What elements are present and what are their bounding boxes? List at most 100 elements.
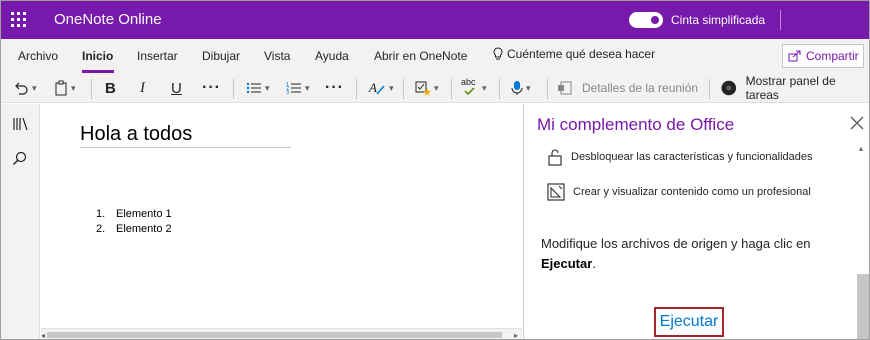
window: OneNote Online Cinta simplificada Archiv…: [0, 0, 870, 340]
chevron-down-icon: ▾: [482, 82, 487, 93]
meeting-details-label: Detalles de la reunión: [582, 81, 699, 95]
styles-button[interactable]: A ▾: [368, 77, 394, 99]
more-paragraph-button[interactable]: ···: [325, 77, 344, 99]
run-button[interactable]: Ejecutar: [654, 307, 724, 337]
unlock-icon: [548, 149, 562, 166]
bullets-button[interactable]: ▾: [246, 77, 270, 99]
ribbon-divider: [547, 79, 548, 99]
paste-button[interactable]: ▾: [54, 77, 76, 99]
ribbon-divider: [91, 79, 92, 99]
dictate-button[interactable]: ▾: [511, 77, 531, 99]
list-item-text[interactable]: Elemento 2: [116, 223, 172, 238]
show-taskpane-button[interactable]: Mostrar panel de tareas: [721, 74, 869, 102]
numbering-icon: 1 2 3: [286, 82, 301, 95]
description-bold: Ejecutar: [541, 256, 593, 271]
undo-icon: [15, 82, 28, 95]
list-item-number: 2.: [96, 223, 106, 235]
meeting-details-button[interactable]: Detalles de la reunión: [557, 77, 698, 99]
bold-icon: B: [105, 79, 116, 97]
tag-button[interactable]: ▾: [415, 77, 439, 99]
design-icon: [547, 183, 565, 201]
title-divider: [780, 10, 781, 30]
bold-button[interactable]: B: [105, 77, 116, 99]
app-name[interactable]: OneNote Online: [54, 11, 162, 28]
styles-icon: A: [368, 80, 385, 95]
tab-insertar[interactable]: Insertar: [137, 49, 178, 63]
svg-text:3: 3: [286, 90, 289, 95]
navigation-rail: [1, 104, 40, 339]
addin-icon: [721, 80, 737, 96]
run-label: Ejecutar: [659, 313, 719, 330]
show-taskpane-label: Mostrar panel de tareas: [745, 74, 836, 102]
tab-dibujar[interactable]: Dibujar: [202, 49, 240, 63]
ribbon-divider: [451, 79, 452, 99]
spelling-icon: abc: [461, 77, 479, 97]
tab-inicio[interactable]: Inicio: [82, 49, 113, 63]
description-text: Modifique los archivos de origen y haga …: [541, 236, 811, 251]
horizontal-scrollbar[interactable]: ◂ ▸: [41, 328, 522, 339]
ribbon-divider: [709, 79, 710, 99]
tab-archivo[interactable]: Archivo: [18, 49, 58, 63]
chevron-down-icon: ▾: [389, 82, 394, 93]
task-pane-title: Mi complemento de Office: [537, 115, 735, 134]
dictate-icon: [511, 81, 523, 95]
ribbon-divider: [356, 79, 357, 99]
tab-abrir-en-onenote[interactable]: Abrir en OneNote: [374, 49, 467, 63]
feature-text: Crear y visualizar contenido como un pro…: [573, 186, 811, 198]
tell-me-search[interactable]: Cuénteme qué desea hacer: [492, 47, 655, 61]
scrollbar-thumb[interactable]: [47, 332, 502, 338]
toggle-knob: [651, 16, 659, 24]
more-formatting-button[interactable]: ···: [202, 77, 221, 99]
app-launcher-icon[interactable]: [11, 12, 27, 28]
tab-vista[interactable]: Vista: [264, 49, 290, 63]
share-button[interactable]: Compartir: [782, 44, 864, 68]
scrollbar-thumb[interactable]: [857, 274, 869, 339]
notebooks-icon[interactable]: [12, 116, 30, 132]
chevron-down-icon: ▾: [526, 82, 531, 93]
vertical-scrollbar[interactable]: ▴: [857, 144, 869, 339]
chevron-down-icon: ▾: [32, 82, 37, 93]
menu-bar: Archivo Inicio Insertar Dibujar Vista Ay…: [1, 39, 869, 73]
title-bar: OneNote Online Cinta simplificada: [1, 1, 869, 39]
ribbon-divider: [403, 79, 404, 99]
page-title[interactable]: Hola a todos: [80, 123, 192, 146]
list-item-number: 1.: [96, 208, 106, 220]
ribbon-divider: [499, 79, 500, 99]
close-icon[interactable]: [849, 115, 865, 131]
meeting-icon: [558, 81, 572, 95]
task-pane-description: Modifique los archivos de origen y haga …: [541, 234, 841, 274]
simplified-ribbon-toggle[interactable]: [629, 12, 663, 28]
bullets-icon: [246, 82, 261, 94]
simplified-ribbon-label: Cinta simplificada: [671, 13, 766, 27]
tab-ayuda[interactable]: Ayuda: [315, 49, 349, 63]
feature-item: Crear y visualizar contenido como un pro…: [547, 183, 811, 201]
page-canvas[interactable]: Hola a todos 1. Elemento 1 2. Elemento 2…: [41, 104, 522, 339]
chevron-down-icon: ▾: [305, 82, 310, 93]
list-item[interactable]: 2. Elemento 2: [96, 223, 172, 238]
feature-text: Desbloquear las características y funcio…: [571, 151, 813, 163]
tell-me-label: Cuénteme qué desea hacer: [507, 47, 656, 61]
scroll-right-icon[interactable]: ▸: [514, 331, 518, 339]
scroll-up-icon[interactable]: ▴: [859, 144, 863, 153]
title-underline: [80, 147, 291, 148]
numbered-list[interactable]: 1. Elemento 1 2. Elemento 2: [96, 208, 172, 238]
underline-icon: U: [171, 79, 182, 97]
italic-icon: I: [140, 79, 145, 96]
list-item[interactable]: 1. Elemento 1: [96, 208, 172, 223]
chevron-down-icon: ▾: [434, 82, 439, 93]
feature-item: Desbloquear las características y funcio…: [547, 148, 813, 166]
share-icon: [788, 50, 801, 62]
chevron-down-icon: ▾: [71, 82, 76, 93]
list-item-text[interactable]: Elemento 1: [116, 208, 172, 223]
spelling-button[interactable]: abc ▾: [461, 77, 487, 99]
underline-button[interactable]: U: [171, 77, 182, 99]
description-suffix: .: [592, 256, 596, 271]
italic-button[interactable]: I: [140, 77, 145, 99]
search-icon[interactable]: [12, 151, 28, 167]
undo-button[interactable]: ▾: [13, 77, 37, 99]
more-icon: ···: [325, 79, 344, 96]
scroll-left-icon[interactable]: ◂: [41, 331, 45, 339]
lightbulb-icon: [493, 47, 503, 60]
share-label: Compartir: [806, 49, 859, 63]
numbering-button[interactable]: 1 2 3 ▾: [286, 77, 310, 99]
